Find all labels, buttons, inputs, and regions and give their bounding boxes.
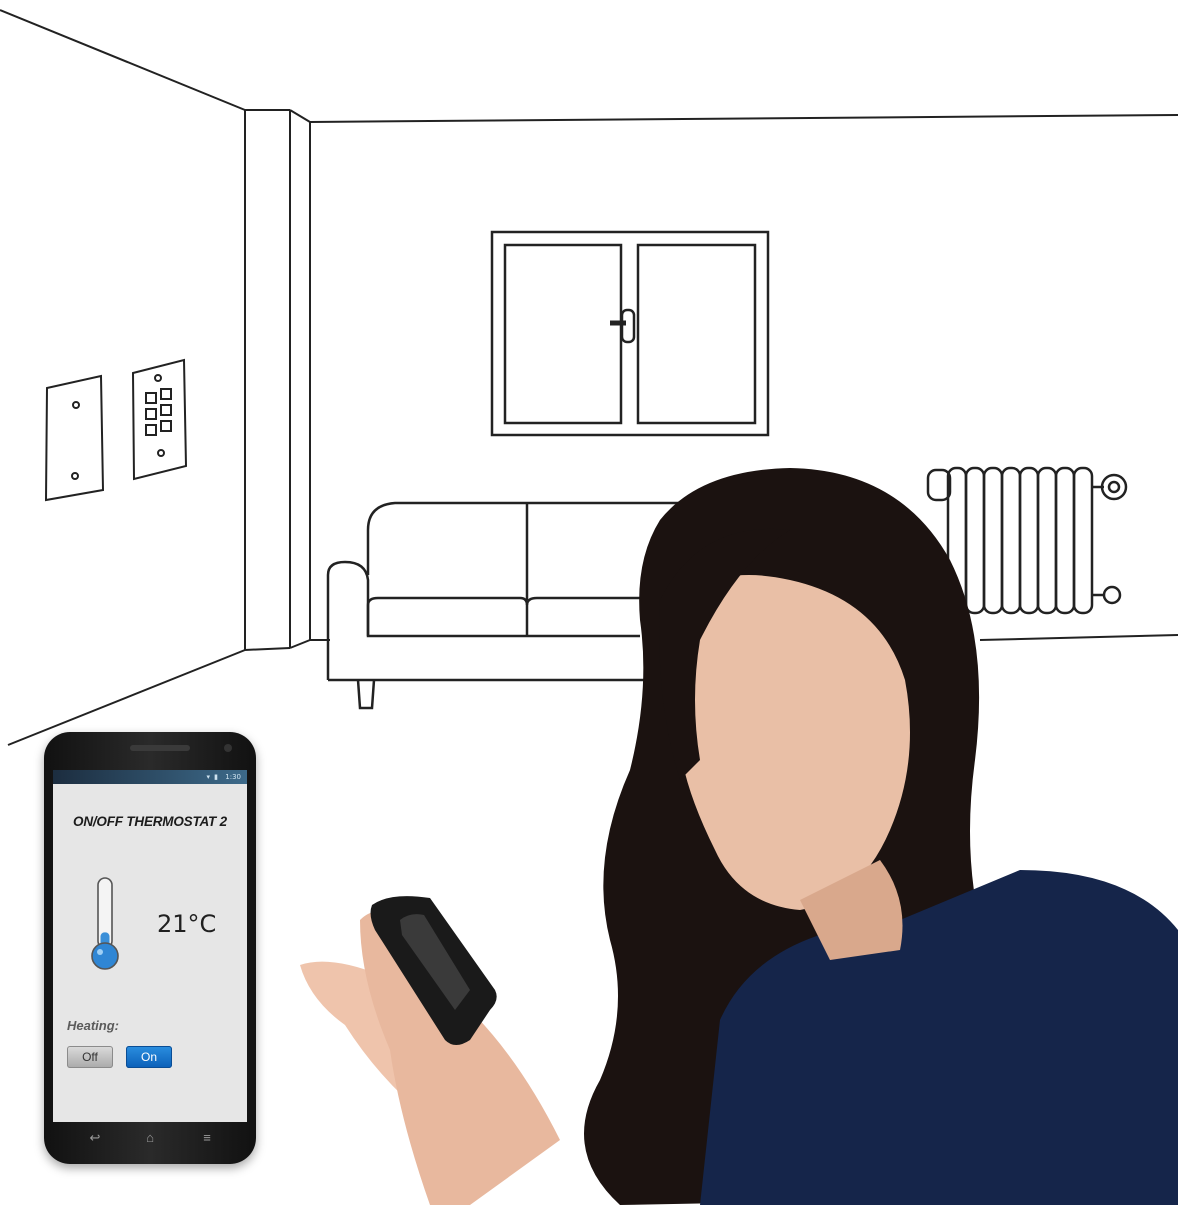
back-icon[interactable]: ↩ [83,1127,107,1149]
heating-label: Heating: [67,1018,119,1033]
heating-off-button[interactable]: Off [67,1046,113,1068]
status-bar: ▾ ▮ 1:30 [53,770,247,784]
menu-icon[interactable]: ≡ [195,1127,219,1149]
woman-illustration [300,468,1178,1205]
status-icons: ▾ ▮ [206,773,220,781]
wall-keypad [131,358,188,481]
window-drawing [490,230,770,437]
heating-on-button[interactable]: On [126,1046,172,1068]
home-icon[interactable]: ⌂ [138,1127,162,1149]
wall-plate-blank [44,374,105,502]
nav-bar: ↩ ⌂ ≡ [53,1124,247,1152]
status-time: 1:30 [225,773,241,781]
temperature-readout: 21°C [157,910,217,938]
front-camera [224,744,232,752]
thermometer-icon [91,877,119,970]
smartphone: ▾ ▮ 1:30 ON/OFF THERMOSTAT 2 21°C Heatin… [44,732,256,1164]
app-title: ON/OFF THERMOSTAT 2 [73,814,227,829]
speaker-grille [130,745,190,751]
phone-screen: ▾ ▮ 1:30 ON/OFF THERMOSTAT 2 21°C Heatin… [53,770,247,1122]
